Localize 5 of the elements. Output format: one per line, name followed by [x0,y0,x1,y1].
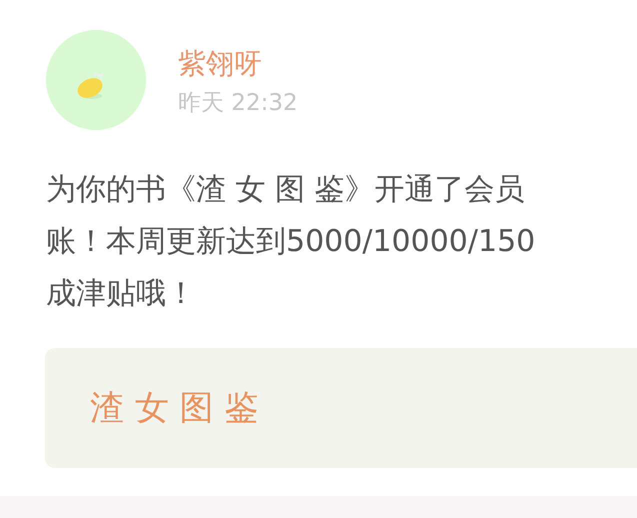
message-text: 为你的书《渣 女 图 鉴》开通了会员 账！本周更新达到5000/10000/150 成津贴哦！ [46,171,536,313]
book-title: 渣 女 图 鉴 [90,387,258,430]
post-time: 昨天 22:32 [178,89,298,118]
book-card[interactable]: 渣 女 图 鉴 [45,348,637,468]
author-name[interactable]: 紫翎呀 [178,46,298,82]
